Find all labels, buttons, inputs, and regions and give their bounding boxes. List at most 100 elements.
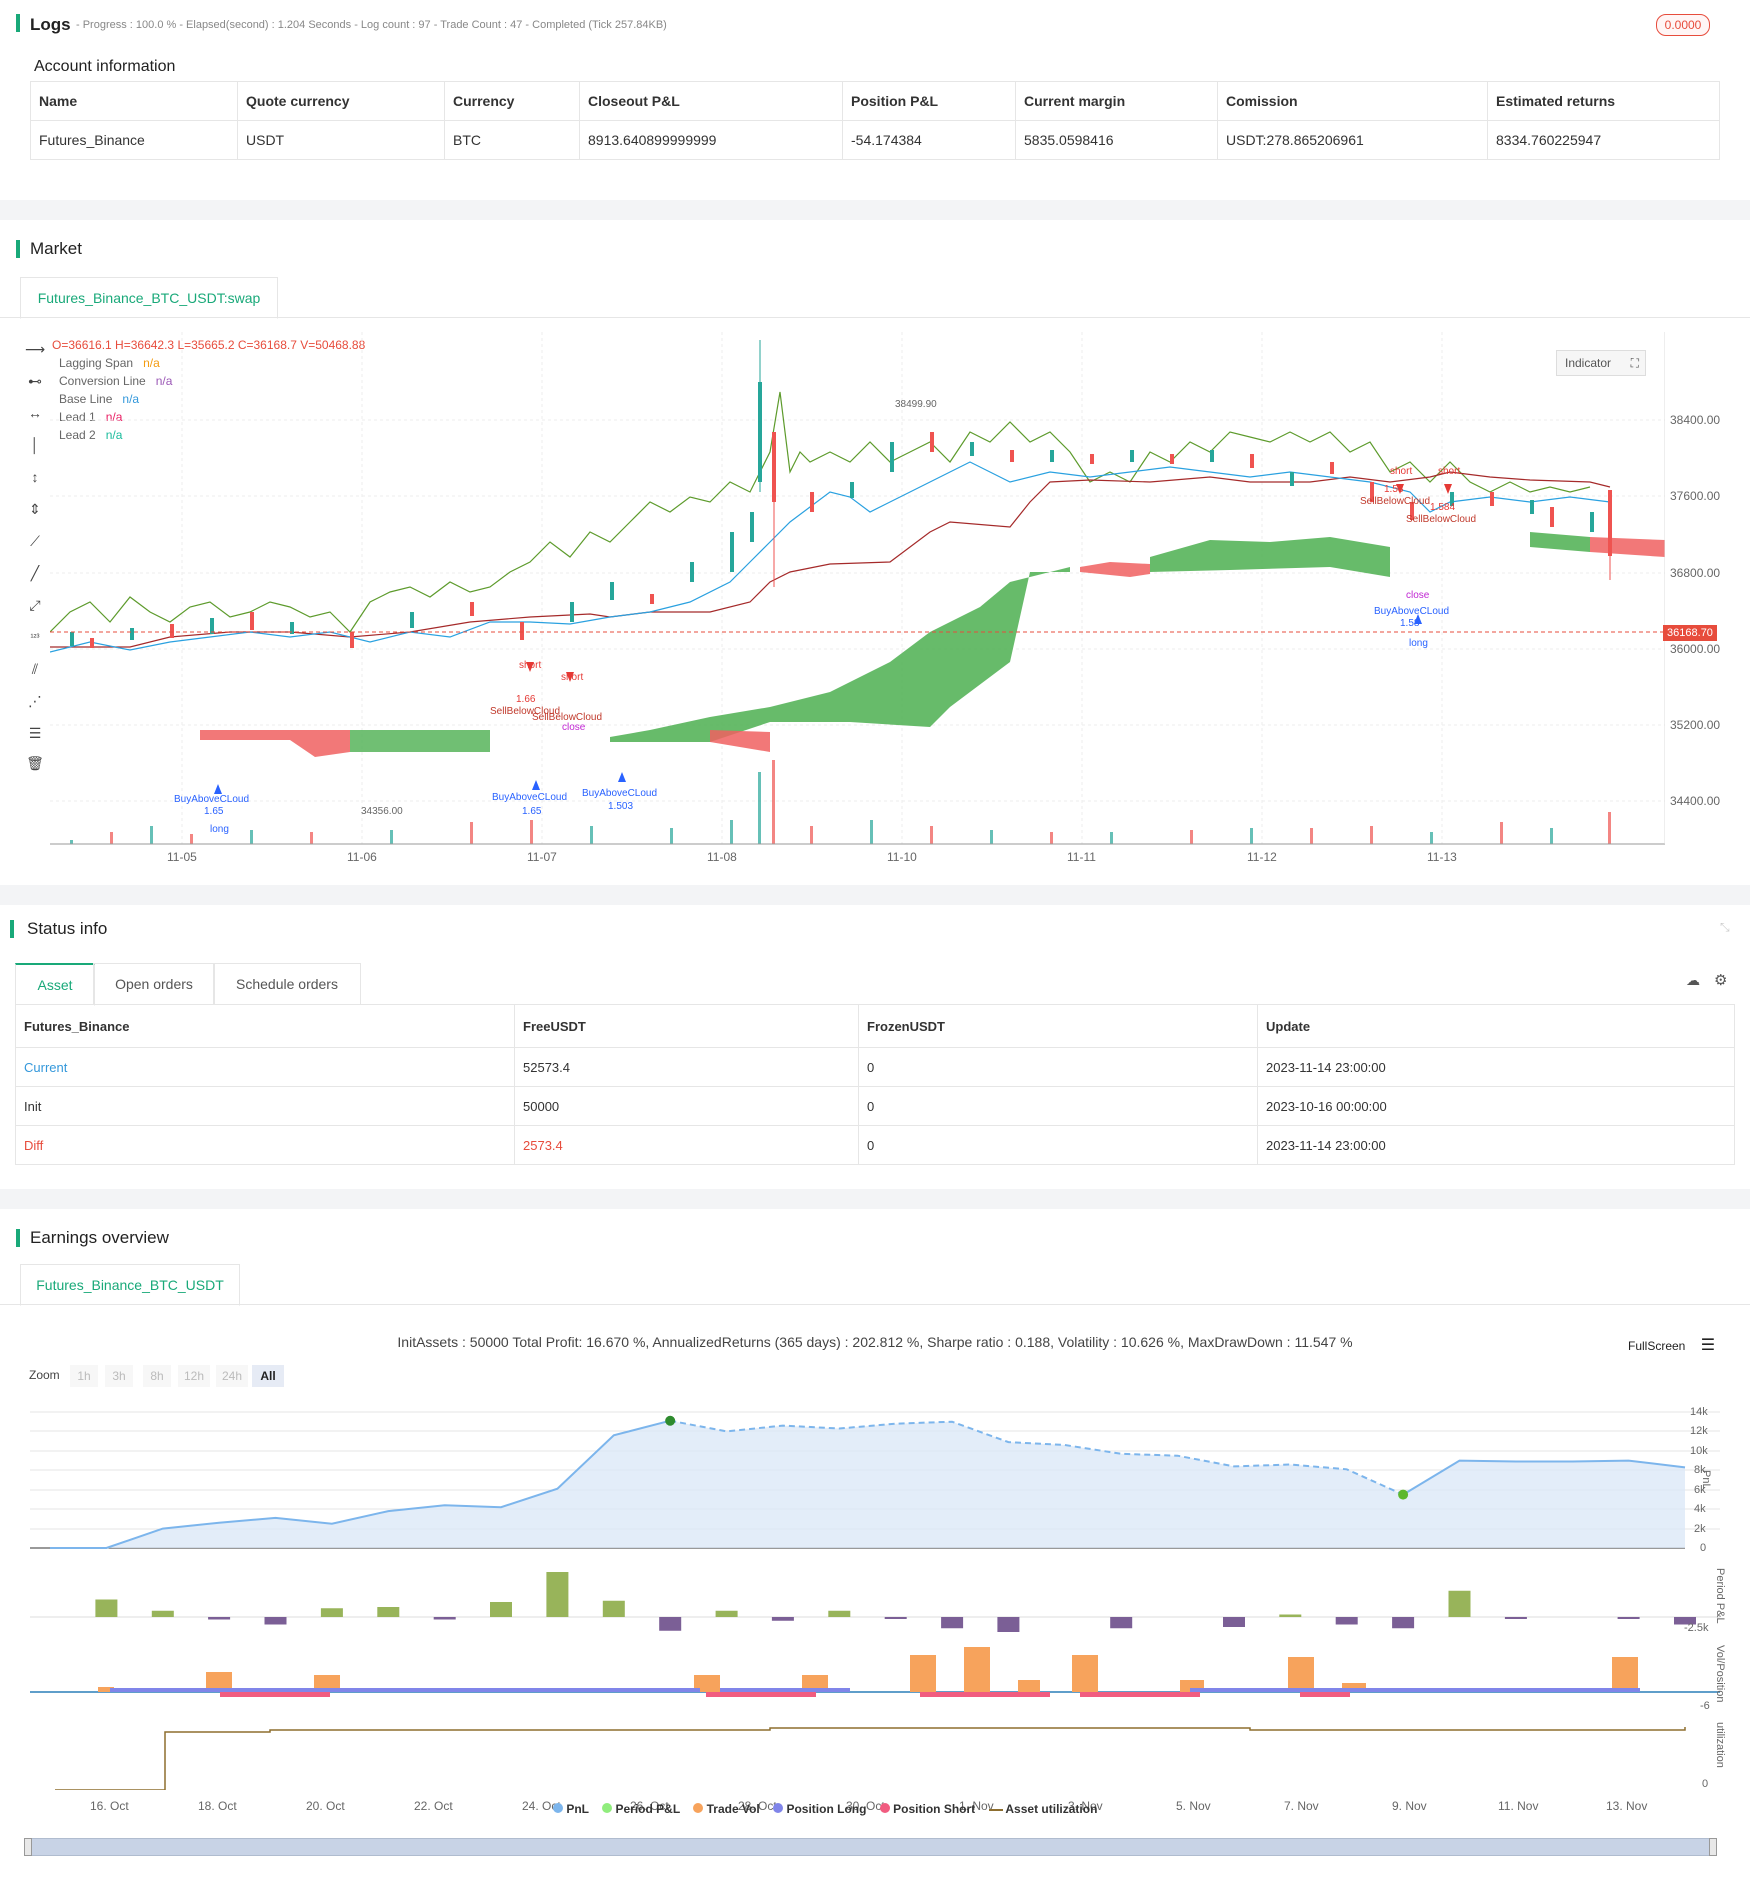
annotation-value: 1.65 xyxy=(204,806,224,817)
trend-line-icon[interactable]: ⟋ xyxy=(24,530,46,552)
zoom-1h[interactable]: 1h xyxy=(70,1365,98,1387)
vertical-ray-icon[interactable]: ⇕ xyxy=(24,498,46,520)
ray-line-icon[interactable]: ╱ xyxy=(24,562,46,584)
zoom-3h[interactable]: 3h xyxy=(105,1365,133,1387)
pnl-y-label: 12k xyxy=(1690,1425,1708,1437)
cloud-bearish xyxy=(710,730,770,752)
high-marker: 38499.90 xyxy=(895,399,937,410)
price-label-icon[interactable]: ¹²³ xyxy=(24,626,46,648)
account-table: Name Quote currency Currency Closeout P&… xyxy=(30,81,1720,160)
period-pnl-chart[interactable] xyxy=(30,1562,1720,1637)
zoom-8h[interactable]: 8h xyxy=(143,1365,171,1387)
pnl-y-label: 4k xyxy=(1694,1503,1706,1515)
account-header: Estimated returns xyxy=(1487,81,1720,121)
period-pnl-bar xyxy=(715,1610,738,1617)
annotation-value: 1.584 xyxy=(1430,502,1456,513)
period-y-min: -2.5k xyxy=(1684,1622,1709,1634)
axis-name-vol: Vol/Position xyxy=(1714,1645,1726,1703)
market-title: Market xyxy=(30,239,82,258)
annotation-sell: SellBelowCloud xyxy=(1360,496,1431,507)
period-pnl-bar xyxy=(1335,1617,1358,1625)
zoom-label: Zoom xyxy=(29,1368,60,1382)
table-cell: 0 xyxy=(858,1047,1258,1087)
legend-pnl[interactable]: PnL xyxy=(553,1802,589,1816)
fibonacci-icon[interactable]: ☰ xyxy=(24,722,46,744)
gear-icon[interactable]: ⚙ xyxy=(1714,971,1727,989)
extended-line-icon[interactable]: ⤢ xyxy=(24,594,46,616)
period-pnl-bar xyxy=(884,1617,907,1619)
period-pnl-bar xyxy=(602,1600,625,1617)
zoom-all[interactable]: All xyxy=(252,1365,284,1387)
vol-y-min: -6 xyxy=(1700,1700,1710,1712)
asset-header: FrozenUSDT xyxy=(858,1004,1258,1048)
x-tick-label: 11-10 xyxy=(887,850,917,864)
cloud-download-icon[interactable]: ☁ xyxy=(1686,972,1700,989)
lagging-span-line xyxy=(50,391,1591,633)
tab-asset[interactable]: Asset xyxy=(15,963,95,1006)
earnings-x-label: 20. Oct xyxy=(306,1799,345,1813)
period-pnl-bar xyxy=(1279,1614,1302,1617)
legend-asset-utilization[interactable]: Asset utilization xyxy=(988,1802,1097,1816)
parallel-channel-icon[interactable]: ⫽ xyxy=(24,658,46,680)
tab-open-orders[interactable]: Open orders xyxy=(93,963,215,1005)
y-tick-label: 34400.00 xyxy=(1670,794,1721,808)
current-price-tag: 36168.70 xyxy=(1663,625,1717,641)
trash-icon[interactable]: 🗑 xyxy=(24,752,46,774)
legend-position-long[interactable]: Position Long xyxy=(773,1802,866,1816)
legend-dot xyxy=(879,1803,890,1813)
navigator-scrollbar[interactable] xyxy=(25,1838,1717,1856)
account-cell: BTC xyxy=(444,120,580,160)
asset-utilization-chart[interactable] xyxy=(30,1718,1720,1790)
legend-period-pnl[interactable]: Period P&L xyxy=(602,1802,680,1816)
divider xyxy=(0,1189,1750,1209)
tab-line xyxy=(0,317,1750,318)
volume-position-chart[interactable] xyxy=(30,1640,1720,1715)
horizontal-line-icon[interactable]: ⊷ xyxy=(24,370,46,392)
legend-label: PnL xyxy=(566,1802,589,1816)
row-label-current: Current xyxy=(15,1047,515,1087)
x-tick-label: 11-08 xyxy=(707,850,737,864)
annotation-buy: BuyAboveCLoud xyxy=(174,794,250,805)
period-pnl-bar xyxy=(828,1610,851,1617)
x-tick-label: 11-06 xyxy=(347,850,377,864)
annotation-buy: BuyAboveCLoud xyxy=(582,788,658,799)
pitchfork-icon[interactable]: ⋰ xyxy=(24,690,46,712)
period-pnl-bar xyxy=(659,1617,682,1631)
zoom-12h[interactable]: 12h xyxy=(178,1365,210,1387)
legend-trade-vol[interactable]: Trade Vol xyxy=(693,1802,760,1816)
earnings-x-label: 22. Oct xyxy=(414,1799,453,1813)
horizontal-segment-icon[interactable]: ↔ xyxy=(24,402,46,424)
earnings-x-label: 13. Nov xyxy=(1606,1799,1648,1813)
account-cell: -54.174384 xyxy=(842,120,1016,160)
axis-name-util: utilization xyxy=(1714,1722,1726,1768)
period-pnl-bar xyxy=(997,1617,1020,1632)
legend-position-short[interactable]: Position Short xyxy=(879,1802,976,1816)
navigator-handle-left[interactable] xyxy=(24,1838,32,1856)
chart-grid xyxy=(50,332,1665,844)
table-row: Current 52573.4 0 2023-11-14 23:00:00 xyxy=(15,1047,1735,1087)
period-pnl-bar xyxy=(95,1599,118,1617)
tab-schedule-orders[interactable]: Schedule orders xyxy=(213,963,361,1005)
account-cell: Futures_Binance xyxy=(30,120,238,160)
fullscreen-button[interactable]: FullScreen ☰ xyxy=(1628,1335,1715,1355)
horizontal-ray-icon[interactable]: ⟶ xyxy=(24,338,46,360)
annotation-short: short xyxy=(1390,466,1413,477)
market-tab[interactable]: Futures_Binance_BTC_USDT:swap xyxy=(20,277,278,319)
hamburger-icon[interactable]: ☰ xyxy=(1701,1337,1715,1354)
y-tick-label: 35200.00 xyxy=(1670,718,1721,732)
navigator-handle-right[interactable] xyxy=(1709,1838,1717,1856)
pnl-max-point xyxy=(665,1415,676,1426)
vertical-segment-icon[interactable]: ↕ xyxy=(24,466,46,488)
low-marker: 34356.00 xyxy=(361,806,403,817)
account-header: Position P&L xyxy=(842,81,1016,121)
pnl-chart[interactable] xyxy=(30,1400,1720,1560)
trade-vol-bars xyxy=(98,1647,1638,1692)
collapse-icon[interactable]: ⤡ xyxy=(1720,920,1730,935)
zoom-24h[interactable]: 24h xyxy=(216,1365,248,1387)
vertical-line-icon[interactable]: │ xyxy=(24,434,46,456)
long-arrow xyxy=(532,780,540,790)
legend-label: Position Short xyxy=(893,1802,976,1816)
account-cell: USDT xyxy=(237,120,445,160)
earnings-x-label: 9. Nov xyxy=(1392,1799,1427,1813)
earnings-tab[interactable]: Futures_Binance_BTC_USDT xyxy=(20,1264,240,1306)
